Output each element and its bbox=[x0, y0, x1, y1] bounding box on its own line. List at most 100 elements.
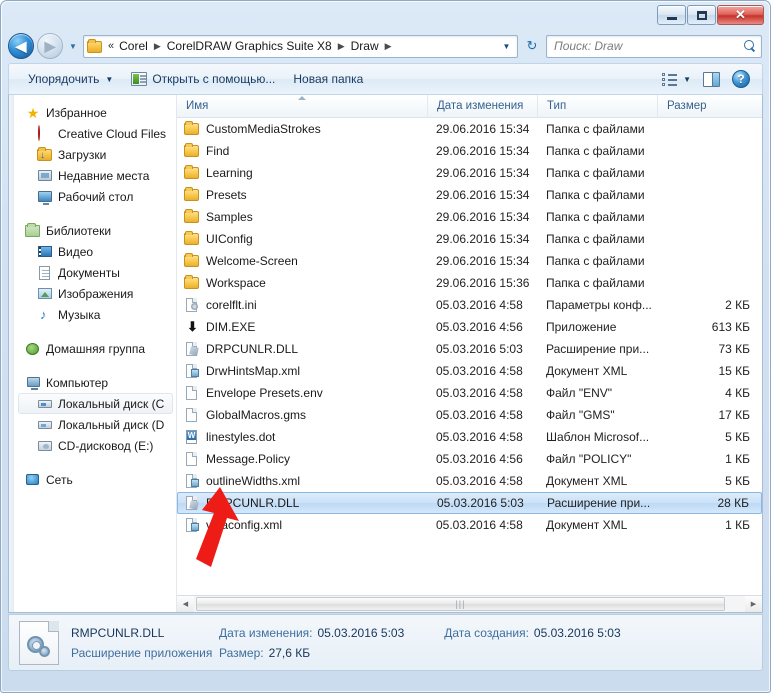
sidebar-item-recent-places[interactable]: Недавние места bbox=[9, 165, 176, 186]
file-type-cell: Папка с файлами bbox=[546, 144, 645, 158]
sidebar-item-cd-drive-e[interactable]: CD-дисковод (E:) bbox=[9, 435, 176, 456]
file-name-cell[interactable]: CustomMediaStrokes bbox=[177, 121, 427, 137]
file-name-cell[interactable]: RMPCUNLR.DLL bbox=[178, 495, 428, 511]
horizontal-scrollbar[interactable]: ◀ ||| ▶ bbox=[177, 595, 762, 612]
column-header-date-modified[interactable]: Дата изменения bbox=[427, 94, 537, 118]
new-folder-label: Новая папка bbox=[293, 72, 364, 86]
table-row[interactable]: linestyles.dot 05.03.2016 4:58 Шаблон Micr… bbox=[177, 426, 762, 448]
scrollbar-track[interactable]: ||| bbox=[194, 596, 745, 612]
scroll-right-button[interactable]: ▶ bbox=[745, 596, 762, 612]
table-row[interactable]: Envelope Presets.env 05.03.2016 4:58 Файл … bbox=[177, 382, 762, 404]
change-view-button[interactable]: ▼ bbox=[656, 68, 696, 91]
file-type-glyph bbox=[184, 121, 199, 135]
table-row[interactable]: UIConfig 29.06.2016 15:34 Папка с файлами bbox=[177, 228, 762, 250]
sidebar-item-creative-cloud-files[interactable]: Creative Cloud Files bbox=[9, 123, 176, 144]
table-row[interactable]: Presets 29.06.2016 15:34 Папка с файлами bbox=[177, 184, 762, 206]
sidebar-item-desktop[interactable]: Рабочий стол bbox=[9, 186, 176, 207]
address-bar-row: ◀ ▶ ▼ « Corel ▶ CorelDRAW Graphics Suite… bbox=[2, 30, 769, 62]
table-row[interactable]: DrwHintsMap.xml 05.03.2016 4:58 Документ X… bbox=[177, 360, 762, 382]
maximize-button[interactable] bbox=[687, 5, 716, 25]
search-box[interactable]: Поиск: Draw bbox=[546, 34, 762, 58]
sidebar-item-computer[interactable]: Компьютер bbox=[9, 372, 176, 393]
column-header-size[interactable]: Размер bbox=[657, 94, 762, 118]
folder-icon bbox=[87, 39, 103, 53]
sidebar-item-homegroup[interactable]: Домашняя группа bbox=[9, 338, 176, 359]
sidebar-item-local-disk-d[interactable]: Локальный диск (D bbox=[9, 414, 176, 435]
table-row[interactable]: Welcome-Screen 29.06.2016 15:34 Папка с фа… bbox=[177, 250, 762, 272]
file-name-cell[interactable]: Envelope Presets.env bbox=[177, 385, 427, 401]
refresh-button[interactable]: ↻ bbox=[521, 35, 543, 58]
file-name-cell[interactable]: DRPCUNLR.DLL bbox=[177, 341, 427, 357]
back-button[interactable]: ◀ bbox=[8, 33, 34, 59]
chevron-right-icon[interactable]: ▶ bbox=[382, 41, 395, 52]
column-header-name[interactable]: Имя bbox=[177, 95, 427, 118]
breadcrumb-item-draw[interactable]: Draw bbox=[348, 38, 382, 54]
address-input[interactable]: « Corel ▶ CorelDRAW Graphics Suite X8 ▶ … bbox=[83, 34, 518, 58]
sidebar-item-libraries[interactable]: Библиотеки bbox=[9, 220, 176, 241]
table-row[interactable]: vstaconfig.xml 05.03.2016 4:58 Документ XM… bbox=[177, 514, 762, 536]
file-name-cell[interactable]: GlobalMacros.gms bbox=[177, 407, 427, 423]
search-input[interactable]: Поиск: Draw bbox=[554, 39, 743, 53]
file-name-cell[interactable]: Find bbox=[177, 143, 427, 159]
sidebar-item-downloads[interactable]: ↓ Загрузки bbox=[9, 144, 176, 165]
breadcrumb-overflow[interactable]: « bbox=[105, 40, 116, 52]
close-button[interactable]: ✕ bbox=[717, 5, 764, 25]
table-row[interactable]: GlobalMacros.gms 05.03.2016 4:58 Файл "GMS… bbox=[177, 404, 762, 426]
details-text: RMPCUNLR.DLL Дата изменения: 05.03.2016 … bbox=[71, 626, 621, 660]
file-name-cell[interactable]: corelflt.ini bbox=[177, 297, 427, 313]
breadcrumb-item-corel[interactable]: Corel bbox=[116, 38, 151, 54]
file-name-cell[interactable]: UIConfig bbox=[177, 231, 427, 247]
file-name-cell[interactable]: outlineWidths.xml bbox=[177, 473, 427, 489]
preview-pane-button[interactable] bbox=[698, 68, 725, 91]
sidebar-item-network[interactable]: Сеть bbox=[9, 469, 176, 490]
chevron-right-icon[interactable]: ▶ bbox=[335, 41, 348, 52]
file-name-cell[interactable]: Samples bbox=[177, 209, 427, 225]
table-row[interactable]: corelflt.ini 05.03.2016 4:58 Параметры кон… bbox=[177, 294, 762, 316]
sidebar-item-videos[interactable]: Видео bbox=[9, 241, 176, 262]
navigation-scroll-strip[interactable] bbox=[9, 95, 14, 612]
help-button[interactable]: ? bbox=[727, 68, 755, 91]
table-row[interactable]: DRPCUNLR.DLL 05.03.2016 5:03 Расширение пр… bbox=[177, 338, 762, 360]
sidebar-item-music[interactable]: ♪ Музыка bbox=[9, 304, 176, 325]
file-name-cell[interactable]: Message.Policy bbox=[177, 451, 427, 467]
table-row[interactable]: Samples 29.06.2016 15:34 Папка с файлами bbox=[177, 206, 762, 228]
organize-button[interactable]: Упорядочить ▼ bbox=[19, 68, 122, 91]
file-name-cell[interactable]: Welcome-Screen bbox=[177, 253, 427, 269]
back-arrow-icon: ◀ bbox=[15, 38, 27, 54]
scrollbar-thumb[interactable]: ||| bbox=[196, 597, 725, 611]
table-row[interactable]: outlineWidths.xml 05.03.2016 4:58 Документ… bbox=[177, 470, 762, 492]
table-row[interactable]: RMPCUNLR.DLL 05.03.2016 5:03 Расширение пр… bbox=[177, 492, 762, 514]
table-row[interactable]: Workspace 29.06.2016 15:36 Папка с файлами bbox=[177, 272, 762, 294]
sidebar-item-pictures[interactable]: Изображения bbox=[9, 283, 176, 304]
recent-pages-button[interactable]: ▼ bbox=[66, 42, 80, 51]
file-name-cell[interactable]: vstaconfig.xml bbox=[177, 517, 427, 533]
folder-icon bbox=[184, 231, 200, 247]
file-name-cell[interactable]: ⬇ DIM.EXE bbox=[177, 319, 427, 335]
sidebar-item-local-disk-c[interactable]: Локальный диск (C bbox=[18, 393, 173, 414]
minimize-button[interactable] bbox=[657, 5, 686, 25]
navigation-pane[interactable]: ★ Избранное Creative Cloud Files ↓ Загру… bbox=[9, 95, 177, 612]
dll-file-icon bbox=[184, 341, 200, 357]
table-row[interactable]: ⬇ DIM.EXE 05.03.2016 4:56 Приложение 613 КБ bbox=[177, 316, 762, 338]
table-row[interactable]: Find 29.06.2016 15:34 Папка с файлами bbox=[177, 140, 762, 162]
sidebar-item-documents[interactable]: Документы bbox=[9, 262, 176, 283]
column-header-type[interactable]: Тип bbox=[537, 94, 657, 118]
open-with-button[interactable]: Открыть с помощью... bbox=[122, 68, 284, 91]
file-name-cell[interactable]: linestyles.dot bbox=[177, 429, 427, 445]
new-folder-button[interactable]: Новая папка bbox=[284, 68, 372, 91]
file-name-cell[interactable]: Presets bbox=[177, 187, 427, 203]
folder-icon bbox=[184, 165, 200, 181]
table-row[interactable]: CustomMediaStrokes 29.06.2016 15:34 Папка … bbox=[177, 118, 762, 140]
scroll-left-button[interactable]: ◀ bbox=[177, 596, 194, 612]
breadcrumb-item-suite[interactable]: CorelDRAW Graphics Suite X8 bbox=[164, 38, 335, 54]
forward-button[interactable]: ▶ bbox=[37, 33, 63, 59]
table-row[interactable]: Message.Policy 05.03.2016 4:56 Файл "POLIC… bbox=[177, 448, 762, 470]
file-name-cell[interactable]: Workspace bbox=[177, 275, 427, 291]
table-row[interactable]: Learning 29.06.2016 15:34 Папка с файлами bbox=[177, 162, 762, 184]
file-name-cell[interactable]: Learning bbox=[177, 165, 427, 181]
sidebar-label: Библиотеки bbox=[46, 223, 112, 238]
address-dropdown-button[interactable]: ▼ bbox=[498, 42, 515, 51]
chevron-right-icon[interactable]: ▶ bbox=[151, 41, 164, 52]
sidebar-item-favorites[interactable]: ★ Избранное bbox=[9, 102, 176, 123]
file-name-cell[interactable]: DrwHintsMap.xml bbox=[177, 363, 427, 379]
